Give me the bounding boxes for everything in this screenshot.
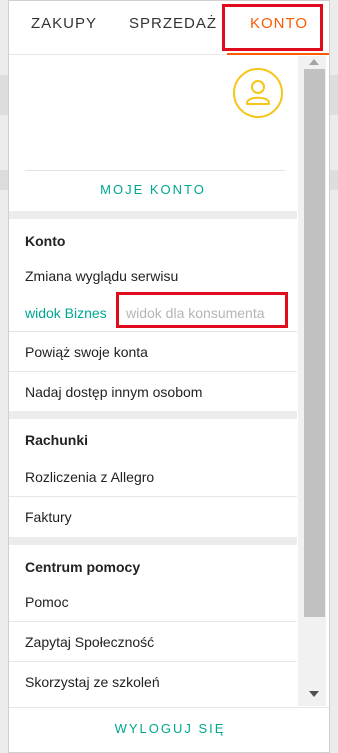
section-title-konto: Konto xyxy=(25,233,66,249)
trainings-item[interactable]: Skorzystaj ze szkoleń xyxy=(9,662,297,702)
my-account-link[interactable]: MOJE KONTO xyxy=(9,182,297,197)
view-business-link[interactable]: widok Biznes xyxy=(25,305,107,321)
ask-community-item[interactable]: Zapytaj Społeczność xyxy=(9,622,297,662)
tab-zakupy[interactable]: ZAKUPY xyxy=(31,15,97,32)
section-gap xyxy=(9,211,297,219)
menu-scroll-area[interactable]: MOJE KONTO Konto Zmiana wyglądu serwisu … xyxy=(9,56,297,706)
section-title-centrum: Centrum pomocy xyxy=(25,559,141,575)
link-accounts-item[interactable]: Powiąż swoje konta xyxy=(9,332,297,372)
help-item[interactable]: Pomoc xyxy=(9,582,297,622)
section-title-rachunki: Rachunki xyxy=(25,432,89,448)
scrollbar-thumb[interactable] xyxy=(304,69,325,617)
account-dropdown-panel: ZAKUPY SPRZEDAŻ KONTO MOJE KONTO Konto Z… xyxy=(8,0,330,753)
tab-sprzedaz[interactable]: SPRZEDAŻ xyxy=(129,15,217,32)
scroll-up-arrow-icon[interactable] xyxy=(309,59,319,65)
tab-bar: ZAKUPY SPRZEDAŻ KONTO xyxy=(9,1,329,55)
tab-konto[interactable]: KONTO xyxy=(250,15,308,32)
change-look-label: Zmiana wyglądu serwisu xyxy=(25,268,179,284)
section-gap xyxy=(9,411,297,419)
logout-button[interactable]: WYLOGUJ SIĘ xyxy=(9,707,329,752)
scroll-down-arrow-icon[interactable] xyxy=(309,691,319,697)
grant-access-item[interactable]: Nadaj dostęp innym osobom xyxy=(9,372,297,412)
active-tab-indicator xyxy=(227,53,329,55)
section-gap xyxy=(9,537,297,545)
user-icon[interactable] xyxy=(233,68,283,118)
view-consumer-link[interactable]: widok dla konsumenta xyxy=(126,305,265,321)
divider xyxy=(25,170,285,171)
invoices-item[interactable]: Faktury xyxy=(9,497,297,537)
settlements-item[interactable]: Rozliczenia z Allegro xyxy=(9,457,297,497)
